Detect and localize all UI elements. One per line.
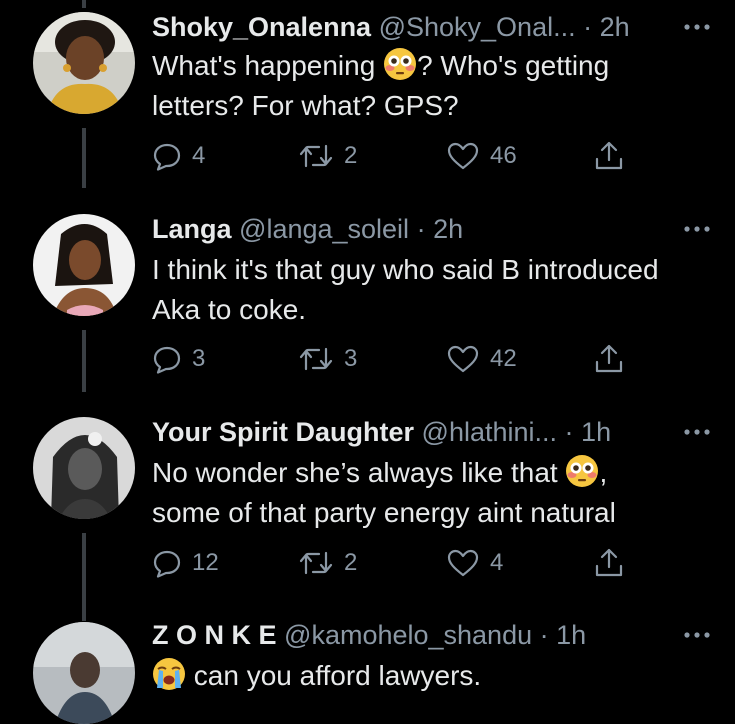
reply-button[interactable]: 3 <box>152 339 205 379</box>
handle[interactable]: @kamohelo_shandu <box>284 620 532 650</box>
avatar[interactable] <box>33 214 135 316</box>
tweet-text-line: can you afford lawyers. <box>152 656 721 696</box>
display-name[interactable]: Z O N K E <box>152 620 277 650</box>
retweet-icon <box>299 551 333 575</box>
separator: · <box>539 620 549 650</box>
thread-line <box>82 533 86 621</box>
retweet-icon <box>299 144 333 168</box>
avatar[interactable] <box>33 12 135 114</box>
text-segment: What's happening <box>152 50 384 81</box>
like-count: 46 <box>490 142 517 169</box>
share-icon <box>595 548 623 577</box>
text-segment: can you afford lawyers. <box>186 660 482 691</box>
handle[interactable]: @Shoky_Onal... <box>379 12 576 42</box>
retweet-count: 2 <box>344 142 358 169</box>
reply-button[interactable]: 4 <box>152 136 205 176</box>
reply-button[interactable]: 12 <box>152 543 219 583</box>
share-button[interactable] <box>593 136 625 176</box>
tweet-text-line: Aka to coke. <box>152 294 307 325</box>
like-count: 4 <box>490 549 504 576</box>
separator: · <box>564 417 574 447</box>
text-segment: ? Who's getting <box>417 50 610 81</box>
like-button[interactable]: 46 <box>446 136 517 176</box>
tweet-text-line: some of that party energy aint natural <box>152 497 616 528</box>
tweet-actions: 4 2 46 <box>152 136 632 176</box>
more-options-icon[interactable] <box>679 10 715 44</box>
reply-count: 4 <box>192 142 206 169</box>
tweet-text: What's happening ? Who's getting letters… <box>152 46 721 126</box>
reply-count: 3 <box>192 345 206 372</box>
handle[interactable]: @langa_soleil <box>239 214 409 244</box>
retweet-button[interactable]: 3 <box>298 339 357 379</box>
retweet-count: 2 <box>344 549 358 576</box>
timestamp[interactable]: 2h <box>433 214 463 244</box>
tweet-text-line: letters? For what? GPS? <box>152 90 459 121</box>
loudly-crying-face-emoji <box>152 657 186 691</box>
thread-line <box>82 330 86 392</box>
retweet-icon <box>299 347 333 371</box>
flushed-face-emoji <box>565 454 599 488</box>
reply-count: 12 <box>192 549 219 576</box>
share-button[interactable] <box>593 339 625 379</box>
more-options-icon[interactable] <box>679 618 715 652</box>
timestamp[interactable]: 2h <box>600 12 630 42</box>
tweet-text-line: No wonder she’s always like that , <box>152 453 721 493</box>
share-icon <box>595 344 623 373</box>
reply-icon <box>153 550 181 578</box>
timestamp[interactable]: 1h <box>581 417 611 447</box>
heart-icon <box>447 549 479 577</box>
more-options-icon[interactable] <box>679 212 715 246</box>
tweet-text-line: What's happening ? Who's getting <box>152 46 721 86</box>
heart-icon <box>447 142 479 170</box>
retweet-button[interactable]: 2 <box>298 136 357 176</box>
reply-icon <box>153 143 181 171</box>
tweet-actions: 3 3 42 <box>152 339 632 379</box>
tweet-header: Your Spirit Daughter @hlathini... · 1h <box>152 415 715 449</box>
tweet-text: can you afford lawyers. <box>152 656 721 696</box>
tweet-header: Shoky_Onalenna @Shoky_Onal... · 2h <box>152 10 715 44</box>
heart-icon <box>447 345 479 373</box>
tweet-header: Langa @langa_soleil · 2h <box>152 212 715 246</box>
avatar[interactable] <box>33 417 135 519</box>
display-name[interactable]: Shoky_Onalenna <box>152 12 371 42</box>
tweet-text: I think it's that guy who said B introdu… <box>152 250 721 330</box>
like-count: 42 <box>490 345 517 372</box>
thread-line <box>82 128 86 188</box>
more-options-icon[interactable] <box>679 415 715 449</box>
display-name[interactable]: Langa <box>152 214 232 244</box>
share-icon <box>595 141 623 170</box>
separator: · <box>583 12 593 42</box>
tweet-text-line: I think it's that guy who said B introdu… <box>152 254 659 285</box>
share-button[interactable] <box>593 543 625 583</box>
like-button[interactable]: 42 <box>446 339 517 379</box>
tweet-actions: 12 2 4 <box>152 543 632 583</box>
text-segment: No wonder she’s always like that <box>152 457 566 488</box>
timestamp[interactable]: 1h <box>556 620 586 650</box>
thread-line <box>82 0 86 8</box>
display-name[interactable]: Your Spirit Daughter <box>152 417 414 447</box>
retweet-button[interactable]: 2 <box>298 543 357 583</box>
retweet-count: 3 <box>344 345 358 372</box>
flushed-face-emoji <box>383 47 417 81</box>
tweet-header: Z O N K E @kamohelo_shandu · 1h <box>152 618 715 652</box>
text-segment: , <box>599 457 608 488</box>
reply-icon <box>153 346 181 374</box>
tweet-text: No wonder she’s always like that , some … <box>152 453 721 533</box>
like-button[interactable]: 4 <box>446 543 503 583</box>
handle[interactable]: @hlathini... <box>422 417 557 447</box>
separator: · <box>416 214 426 244</box>
